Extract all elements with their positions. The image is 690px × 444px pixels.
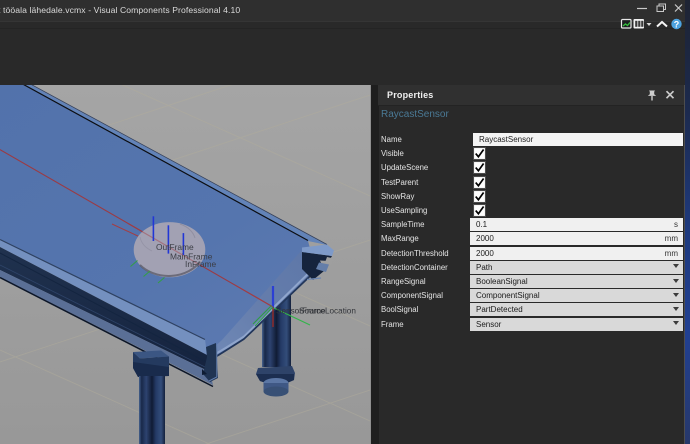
svg-text:InFrame: InFrame [185, 259, 217, 269]
svg-text:SourceLocation: SourceLocation [299, 307, 356, 316]
svg-text:?: ? [674, 19, 680, 29]
svg-text:OutFrame: OutFrame [156, 242, 194, 252]
